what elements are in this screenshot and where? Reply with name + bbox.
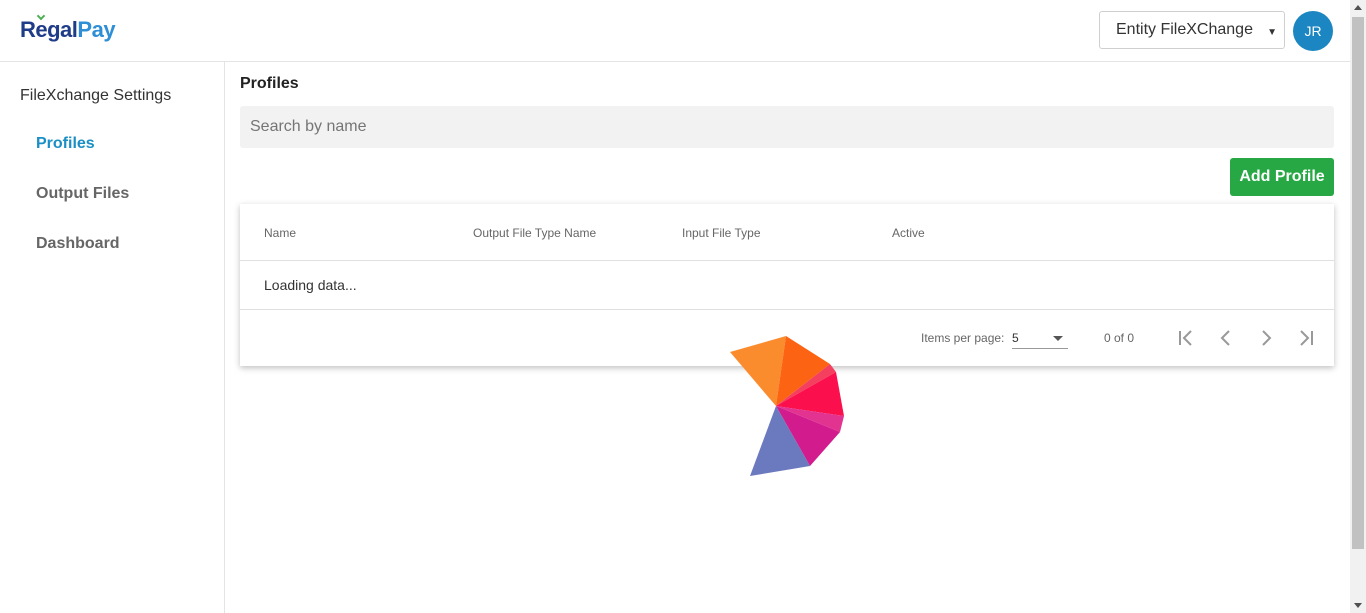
scroll-down-icon[interactable]	[1354, 603, 1362, 608]
page-scrollbar[interactable]	[1350, 0, 1366, 613]
sidebar-item-output-files[interactable]: Output Files	[36, 185, 129, 203]
scroll-up-icon[interactable]	[1354, 5, 1362, 10]
column-header-active[interactable]: Active	[892, 226, 925, 240]
dropdown-caret-icon: ▼	[1267, 27, 1277, 38]
header-divider	[240, 260, 1334, 261]
sidebar-title: FileXchange Settings	[20, 87, 172, 104]
page-title: Profiles	[240, 75, 299, 92]
user-avatar[interactable]: JR	[1293, 11, 1333, 51]
add-profile-button[interactable]: Add Profile	[1230, 158, 1334, 196]
prev-page-icon[interactable]	[1214, 326, 1238, 350]
items-per-page-select[interactable]: 5	[1012, 329, 1068, 349]
sidebar: FileXchange Settings Profiles Output Fil…	[0, 62, 225, 613]
logo-regal-text: Regal	[20, 17, 78, 42]
sidebar-item-profiles[interactable]: Profiles	[36, 135, 95, 153]
next-page-icon[interactable]	[1254, 326, 1278, 350]
loading-text: Loading data...	[264, 277, 357, 293]
logo-pay-text: Pay	[77, 17, 116, 42]
first-page-icon[interactable]	[1174, 326, 1198, 350]
items-per-page-label: Items per page:	[921, 331, 1005, 345]
last-page-icon[interactable]	[1294, 326, 1318, 350]
regalpay-logo[interactable]: RegalPay	[20, 11, 116, 43]
column-header-input-file-type[interactable]: Input File Type	[682, 226, 761, 240]
entity-select[interactable]: Entity FileXChange ▼	[1099, 11, 1285, 49]
items-per-page-value: 5	[1012, 331, 1019, 345]
column-header-output-file-type-name[interactable]: Output File Type Name	[473, 226, 596, 240]
column-header-name[interactable]: Name	[264, 226, 296, 240]
app-header: RegalPay Entity FileXChange ▼ JR	[0, 0, 1350, 62]
loading-spinner-icon	[730, 336, 844, 476]
dropdown-arrow-icon	[1053, 336, 1063, 341]
sidebar-item-dashboard[interactable]: Dashboard	[36, 235, 120, 253]
search-input[interactable]	[240, 106, 1334, 148]
scrollbar-thumb[interactable]	[1352, 17, 1364, 549]
paginator-range: 0 of 0	[1104, 331, 1135, 345]
entity-select-value: Entity FileXChange	[1116, 21, 1253, 38]
row-divider	[240, 309, 1334, 310]
